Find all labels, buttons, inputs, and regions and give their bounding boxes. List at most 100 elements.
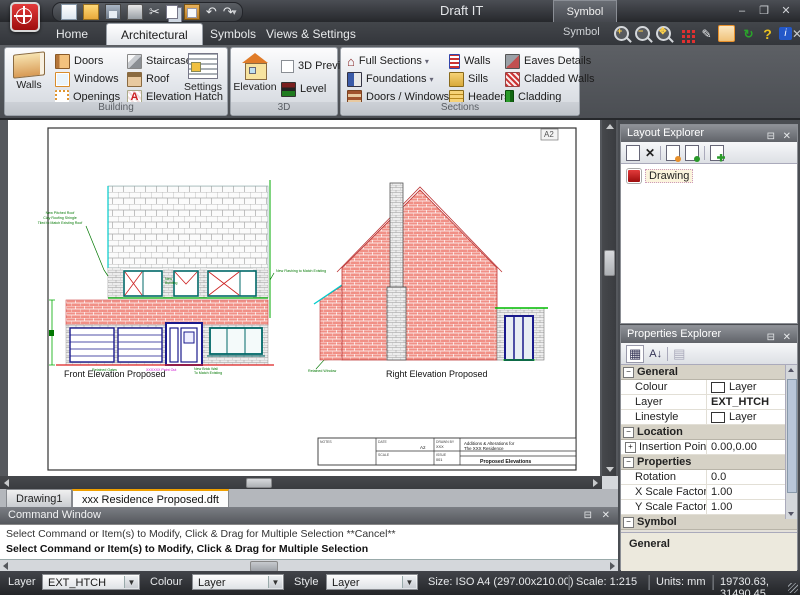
cmd-scroll-left-icon[interactable]	[3, 562, 8, 570]
properties-explorer-caption[interactable]: Properties Explorer ⊟ ✕	[621, 326, 797, 343]
scroll-left-icon[interactable]	[4, 479, 9, 487]
layout-pin-icon[interactable]: ⊟	[767, 128, 775, 145]
new-icon[interactable]	[61, 4, 77, 20]
print-icon[interactable]	[127, 4, 143, 20]
properties-pin-icon[interactable]: ⊟	[767, 329, 775, 346]
annotation-roof-3: Tiled to Match Existing Roof	[38, 221, 83, 225]
status-layer-label: Layer	[8, 576, 36, 588]
grid-icon[interactable]	[676, 25, 695, 42]
tb-title: Proposed Elevations	[480, 459, 531, 465]
snap-icon[interactable]: ✎	[697, 25, 716, 42]
tab-views-settings[interactable]: Views & Settings	[252, 23, 370, 45]
zoom-in-icon[interactable]: +	[612, 25, 631, 42]
colour-dropdown[interactable]: Layer▼	[192, 574, 284, 590]
resize-grip[interactable]	[788, 583, 798, 593]
walls-button[interactable]: Walls	[7, 51, 51, 101]
app-logo-icon[interactable]	[10, 2, 40, 32]
colour-dropdown-arrow-icon[interactable]: ▼	[268, 576, 282, 588]
tab-home[interactable]: Home	[42, 23, 102, 45]
maximize-button[interactable]: ❐	[755, 4, 773, 18]
undo-icon[interactable]: ↶	[206, 5, 217, 19]
command-pin-icon[interactable]: ⊟	[584, 507, 592, 524]
tab-architectural[interactable]: Architectural	[106, 23, 203, 46]
minimize-button[interactable]: –	[733, 4, 751, 18]
qat-overflow-chevron-icon[interactable]: ▾	[232, 7, 237, 18]
layout-close-icon[interactable]: ✕	[783, 128, 791, 145]
categorized-view-icon[interactable]: ▦	[626, 345, 644, 363]
eaves-details-button[interactable]: Eaves Details	[505, 53, 591, 69]
property-pages-icon[interactable]: ▤	[673, 346, 685, 362]
layer-dropdown[interactable]: EXT_HTCH▼	[42, 574, 140, 590]
close-button[interactable]: ✕	[777, 4, 795, 18]
grid-scrollbar[interactable]	[785, 365, 797, 519]
row-linestyle[interactable]: LinestyleLayer	[621, 410, 797, 425]
sec-walls-button[interactable]: Walls	[449, 53, 490, 69]
cut-icon[interactable]: ✂	[149, 5, 160, 19]
cmd-scroll-right-icon[interactable]	[610, 562, 615, 570]
level-button[interactable]: Level	[281, 81, 326, 97]
zoom-extents-icon[interactable]: ✥	[654, 25, 673, 42]
sec-walls-icon	[449, 54, 460, 69]
row-x-scale[interactable]: X Scale Factor1.00	[621, 485, 797, 500]
canvas-hscrollbar[interactable]	[0, 476, 602, 489]
symbol-context-tab[interactable]: Symbol	[553, 0, 617, 23]
copy-icon[interactable]	[166, 5, 178, 19]
cladded-walls-button[interactable]: Cladded Walls	[505, 71, 595, 87]
sills-button[interactable]: Sills	[449, 71, 488, 87]
category-general[interactable]: −General	[621, 365, 797, 380]
properties-close-icon[interactable]: ✕	[783, 329, 791, 346]
scroll-down-icon[interactable]	[606, 467, 614, 472]
full-sections-button[interactable]: ⌂Full Sections▾	[347, 53, 429, 69]
settings-button[interactable]: Settings	[181, 51, 225, 101]
alphabetical-sort-icon[interactable]: A↓	[649, 348, 662, 360]
import-layout-icon[interactable]	[666, 145, 680, 161]
delete-layout-icon[interactable]: ✕	[645, 146, 655, 160]
refresh-layout-icon[interactable]	[685, 145, 699, 161]
windows-button[interactable]: Windows	[55, 71, 119, 87]
tab-residence-proposed[interactable]: xxx Residence Proposed.dft	[72, 489, 229, 509]
row-insertion-point[interactable]: +Insertion Point0.00,0.00	[621, 440, 797, 455]
row-layer[interactable]: LayerEXT_HTCH	[621, 395, 797, 410]
category-location[interactable]: −Location	[621, 425, 797, 440]
row-y-scale[interactable]: Y Scale Factor1.00	[621, 500, 797, 515]
grid-scroll-down-icon[interactable]	[788, 512, 794, 516]
category-properties[interactable]: −Properties	[621, 455, 797, 470]
doors-button[interactable]: Doors	[55, 53, 103, 69]
layer-dropdown-arrow-icon[interactable]: ▼	[124, 576, 138, 588]
layout-tree[interactable]: Drawing	[621, 164, 797, 323]
command-close-icon[interactable]: ✕	[602, 507, 610, 524]
vscroll-thumb[interactable]	[604, 250, 615, 276]
open-icon[interactable]	[83, 4, 99, 20]
new-layout-icon[interactable]	[626, 145, 640, 161]
grid-scroll-thumb[interactable]	[787, 379, 797, 493]
active-tool-icon[interactable]	[717, 25, 736, 42]
add-layout-icon[interactable]	[710, 145, 724, 161]
layout-item-drawing[interactable]: Drawing	[645, 169, 693, 183]
paste-icon[interactable]	[184, 4, 200, 20]
canvas-vscrollbar[interactable]	[602, 120, 616, 476]
zoom-out-icon[interactable]: −	[633, 25, 652, 42]
style-dropdown-arrow-icon[interactable]: ▼	[402, 576, 416, 588]
hscroll-thumb[interactable]	[246, 478, 272, 488]
elevation-button[interactable]: Elevation	[233, 51, 277, 101]
refresh-icon[interactable]: ↻	[739, 25, 758, 42]
layout-explorer-caption[interactable]: Layout Explorer ⊟ ✕	[621, 125, 797, 142]
help-icon[interactable]: ?	[758, 25, 777, 42]
roof-button[interactable]: Roof	[127, 71, 169, 87]
row-rotation[interactable]: Rotation0.0	[621, 470, 797, 485]
command-window-header[interactable]: Command Window ⊟ ✕	[0, 507, 618, 524]
row-colour[interactable]: ColourLayer	[621, 380, 797, 395]
grid-scroll-up-icon[interactable]	[788, 368, 794, 372]
tab-drawing1[interactable]: Drawing1	[6, 489, 72, 508]
foundations-button[interactable]: Foundations▾	[347, 71, 434, 87]
scroll-right-icon[interactable]	[593, 479, 598, 487]
close-ribbon-icon[interactable]: ✕	[793, 25, 800, 42]
expand-insertion-icon[interactable]: +	[625, 442, 636, 453]
category-symbol[interactable]: −Symbol	[621, 515, 797, 530]
save-icon[interactable]	[105, 4, 121, 20]
style-dropdown[interactable]: Layer▼	[326, 574, 418, 590]
command-window-body[interactable]: Select Command or Item(s) to Modify, Cli…	[0, 524, 618, 560]
drawing-canvas[interactable]: A2 New Building	[8, 120, 600, 476]
properties-explorer-title: Properties Explorer	[627, 328, 721, 340]
scroll-up-icon[interactable]	[606, 124, 614, 129]
